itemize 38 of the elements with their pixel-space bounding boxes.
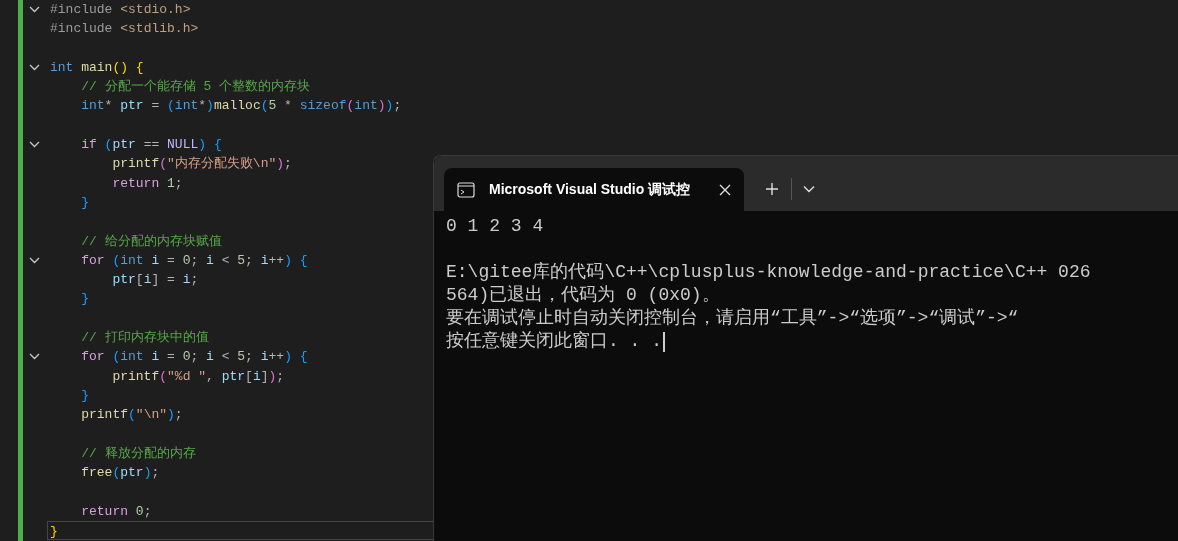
code-line: return 0;	[80, 502, 152, 521]
console-output-line: E:\gitee库的代码\C++\cplusplus-knowledge-and-practice\C++ 026	[446, 261, 1091, 284]
code-line: ptr[i] = i;	[111, 271, 199, 290]
plus-icon	[765, 182, 779, 196]
code-line: }	[80, 193, 89, 212]
code-line: return 1;	[111, 174, 183, 193]
terminal-tab[interactable]: Microsoft Visual Studio 调试控	[444, 168, 744, 211]
collapse-chevron-icon[interactable]	[28, 6, 40, 14]
code-line: }	[80, 386, 89, 405]
tab-title: Microsoft Visual Studio 调试控	[489, 180, 692, 199]
code-line: free(ptr);	[80, 464, 160, 483]
code-line: #include <stdio.h>	[50, 1, 191, 19]
code-line: // 分配一个能存储 5 个整数的内存块	[80, 78, 310, 97]
code-line: int main() {	[50, 58, 144, 77]
code-line: // 给分配的内存块赋值	[80, 232, 222, 251]
code-line: // 释放分配的内存	[80, 444, 196, 463]
code-line: printf("内存分配失败\n");	[111, 155, 292, 174]
console-output-line: 0 1 2 3 4	[446, 215, 544, 238]
code-line: // 打印内存块中的值	[80, 329, 209, 348]
code-line: int* ptr = (int*)malloc(5 * sizeof(int));	[80, 97, 402, 116]
code-line: if (ptr == NULL) {	[80, 136, 222, 155]
console-output-line: 564)已退出，代码为 0 (0x0)。	[446, 284, 720, 307]
collapse-chevron-icon[interactable]	[28, 64, 40, 72]
terminal-icon	[457, 181, 475, 198]
close-icon[interactable]	[719, 183, 731, 196]
code-line: }	[80, 290, 89, 309]
chevron-down-icon	[803, 185, 815, 193]
console-output-line: 要在调试停止时自动关闭控制台，请启用“工具”->“选项”->“调试”->“	[446, 307, 1019, 330]
code-line: #include <stdlib.h>	[50, 20, 199, 39]
code-line: for (int i = 0; i < 5; i++) {	[80, 251, 308, 270]
collapse-chevron-icon[interactable]	[28, 257, 40, 264]
collapse-chevron-icon[interactable]	[28, 141, 40, 149]
code-line: printf("%d ", ptr[i]);	[111, 367, 285, 386]
code-line: }	[50, 523, 58, 540]
code-line: for (int i = 0; i < 5; i++) {	[80, 348, 308, 367]
console-output-line: 按任意键关闭此窗口. . .	[446, 330, 662, 353]
collapse-chevron-icon[interactable]	[28, 353, 40, 361]
code-line: printf("\n");	[80, 406, 183, 425]
